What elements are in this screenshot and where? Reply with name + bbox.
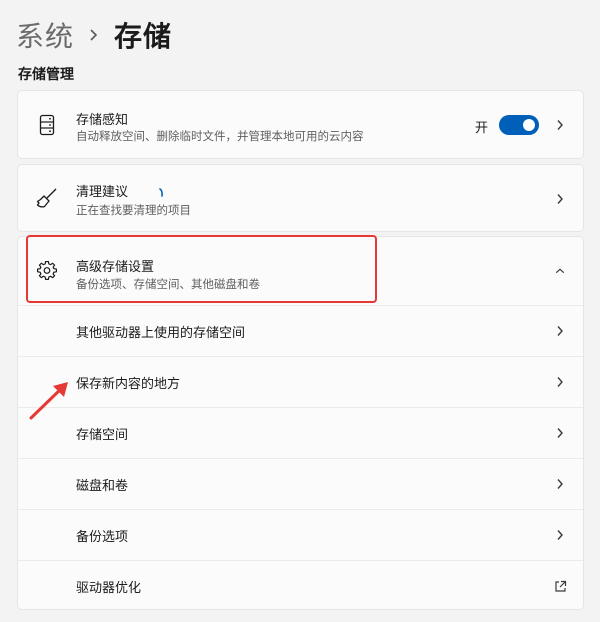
list-item-label: 备份选项	[76, 530, 129, 545]
chevron-right-icon	[555, 478, 565, 490]
storage-drive-icon	[36, 114, 58, 136]
cleanup-title: 清理建议	[76, 185, 129, 200]
list-item-label: 其他驱动器上使用的存储空间	[76, 326, 246, 341]
storage-sense-card[interactable]: 存储感知 自动释放空间、删除临时文件，并管理本地可用的云内容 开	[17, 90, 584, 159]
chevron-right-icon	[74, 28, 114, 42]
list-item-other-drives-storage[interactable]: 其他驱动器上使用的存储空间	[18, 305, 583, 356]
section-title: 存储管理	[18, 67, 74, 83]
breadcrumb-system[interactable]: 系统	[16, 15, 74, 55]
loading-spinner-icon	[158, 183, 166, 197]
list-item-label: 保存新内容的地方	[76, 377, 181, 392]
toggle-state-label: 开	[474, 121, 488, 136]
chevron-right-icon	[555, 529, 565, 541]
storage-sense-subtitle: 自动释放空间、删除临时文件，并管理本地可用的云内容	[76, 129, 364, 143]
advanced-storage-settings-card: 高级存储设置 备份选项、存储空间、其他磁盘和卷 其他驱动器上使用的存储空间 保存…	[17, 236, 584, 610]
advanced-storage-subtitle: 备份选项、存储空间、其他磁盘和卷	[76, 277, 260, 291]
chevron-right-icon	[555, 376, 565, 388]
chevron-right-icon[interactable]	[555, 193, 565, 205]
external-link-icon	[553, 579, 567, 593]
chevron-right-icon	[555, 427, 565, 439]
advanced-storage-title: 高级存储设置	[76, 260, 155, 275]
list-item-label: 存储空间	[76, 428, 129, 443]
broom-icon	[36, 187, 58, 209]
toggle-knob	[523, 119, 535, 131]
list-item-label: 磁盘和卷	[76, 479, 129, 494]
cleanup-subtitle: 正在查找要清理的项目	[76, 203, 191, 217]
page-title: 存储	[114, 20, 173, 53]
chevron-up-icon[interactable]	[555, 265, 565, 277]
breadcrumb: 系统 存储	[16, 14, 172, 56]
storage-sense-toggle[interactable]	[499, 115, 539, 135]
cleanup-recommendations-card[interactable]: 清理建议 正在查找要清理的项目	[17, 164, 584, 232]
storage-sense-title: 存储感知	[76, 113, 129, 128]
list-item-drive-optimization[interactable]: 驱动器优化	[18, 560, 583, 610]
advanced-storage-settings-header[interactable]: 高级存储设置 备份选项、存储空间、其他磁盘和卷	[18, 237, 583, 305]
list-item-storage-spaces[interactable]: 存储空间	[18, 407, 583, 458]
gear-icon	[36, 260, 58, 282]
list-item-disks-and-volumes[interactable]: 磁盘和卷	[18, 458, 583, 509]
list-item-label: 驱动器优化	[76, 581, 142, 596]
chevron-right-icon	[555, 325, 565, 337]
list-item-save-new-content[interactable]: 保存新内容的地方	[18, 356, 583, 407]
list-item-backup-options[interactable]: 备份选项	[18, 509, 583, 560]
chevron-right-icon[interactable]	[555, 119, 565, 131]
